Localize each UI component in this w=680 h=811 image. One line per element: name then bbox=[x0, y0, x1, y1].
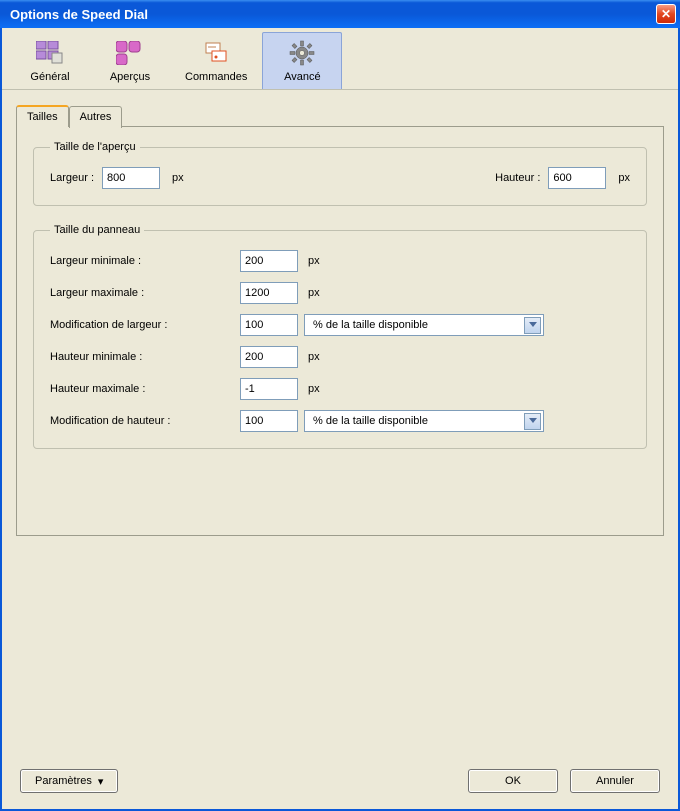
height-mod-select[interactable]: % de la taille disponible bbox=[304, 410, 544, 432]
legend-preview-size: Taille de l'aperçu bbox=[50, 141, 140, 153]
preview-width-label: Largeur : bbox=[50, 172, 94, 184]
ok-button[interactable]: OK bbox=[468, 769, 558, 793]
tab-panel-sizes: Taille de l'aperçu Largeur : px Hauteur … bbox=[16, 126, 664, 536]
titlebar: Options de Speed Dial ✕ bbox=[0, 0, 680, 28]
tab-sizes[interactable]: Tailles bbox=[16, 105, 69, 127]
toolbar-label-general: Général bbox=[30, 71, 69, 83]
tabs: Tailles Autres bbox=[16, 104, 664, 126]
params-button[interactable]: Paramètres ▾ bbox=[20, 769, 118, 793]
width-mod-select[interactable]: % de la taille disponible bbox=[304, 314, 544, 336]
preview-icon bbox=[115, 39, 145, 67]
toolbar-item-advanced[interactable]: Avancé bbox=[262, 32, 342, 89]
tab-label-sizes: Tailles bbox=[27, 111, 58, 123]
toolbar: Général Aperçus Commandes Avancé bbox=[2, 28, 678, 90]
chevron-down-icon bbox=[524, 317, 541, 334]
tab-others[interactable]: Autres bbox=[69, 106, 123, 128]
min-height-label: Hauteur minimale : bbox=[50, 351, 234, 363]
height-mod-input[interactable] bbox=[240, 410, 298, 432]
width-mod-select-value: % de la taille disponible bbox=[313, 319, 428, 331]
max-height-input[interactable] bbox=[240, 378, 298, 400]
preview-height-unit: px bbox=[618, 172, 630, 184]
preview-width-input[interactable] bbox=[102, 167, 160, 189]
max-height-label: Hauteur maximale : bbox=[50, 383, 234, 395]
window-title: Options de Speed Dial bbox=[10, 7, 148, 22]
preview-width-unit: px bbox=[172, 172, 184, 184]
preview-height-label: Hauteur : bbox=[495, 172, 540, 184]
window-body: Général Aperçus Commandes Avancé Tailles bbox=[0, 28, 680, 811]
min-width-input[interactable] bbox=[240, 250, 298, 272]
close-icon: ✕ bbox=[661, 7, 671, 21]
toolbar-label-commands: Commandes bbox=[185, 71, 247, 83]
preview-height-input[interactable] bbox=[548, 167, 606, 189]
width-mod-input[interactable] bbox=[240, 314, 298, 336]
gear-icon bbox=[287, 39, 317, 67]
min-height-unit: px bbox=[308, 351, 320, 363]
close-button[interactable]: ✕ bbox=[656, 4, 676, 24]
toolbar-label-previews: Aperçus bbox=[110, 71, 150, 83]
min-width-unit: px bbox=[308, 255, 320, 267]
commands-icon bbox=[201, 39, 231, 67]
toolbar-item-commands[interactable]: Commandes bbox=[170, 32, 262, 89]
max-height-unit: px bbox=[308, 383, 320, 395]
tab-label-others: Autres bbox=[80, 111, 112, 123]
chevron-down-icon: ▾ bbox=[98, 775, 104, 788]
fieldset-panel-size: Taille du panneau Largeur minimale : px … bbox=[33, 224, 647, 449]
toolbar-item-general[interactable]: Général bbox=[10, 32, 90, 89]
content-area: Tailles Autres Taille de l'aperçu Largeu… bbox=[2, 90, 678, 550]
max-width-unit: px bbox=[308, 287, 320, 299]
legend-panel-size: Taille du panneau bbox=[50, 224, 144, 236]
grid-icon bbox=[35, 39, 65, 67]
height-mod-select-value: % de la taille disponible bbox=[313, 415, 428, 427]
height-mod-label: Modification de hauteur : bbox=[50, 415, 234, 427]
max-width-label: Largeur maximale : bbox=[50, 287, 234, 299]
toolbar-label-advanced: Avancé bbox=[284, 71, 321, 83]
width-mod-label: Modification de largeur : bbox=[50, 319, 234, 331]
params-label: Paramètres bbox=[35, 775, 92, 787]
chevron-down-icon bbox=[524, 413, 541, 430]
footer: Paramètres ▾ OK Annuler bbox=[2, 757, 678, 809]
cancel-button[interactable]: Annuler bbox=[570, 769, 660, 793]
max-width-input[interactable] bbox=[240, 282, 298, 304]
min-height-input[interactable] bbox=[240, 346, 298, 368]
toolbar-item-previews[interactable]: Aperçus bbox=[90, 32, 170, 89]
fieldset-preview-size: Taille de l'aperçu Largeur : px Hauteur … bbox=[33, 141, 647, 206]
min-width-label: Largeur minimale : bbox=[50, 255, 234, 267]
